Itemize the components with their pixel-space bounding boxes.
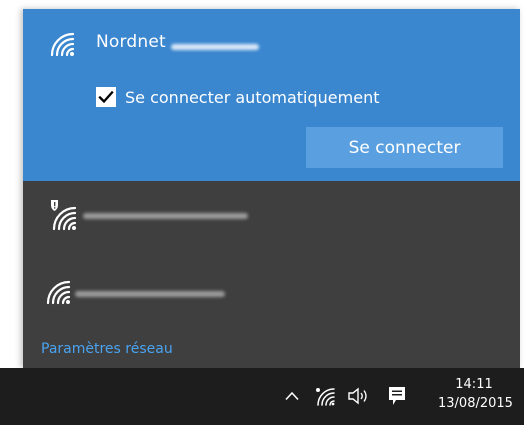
network-item[interactable]: [23, 265, 520, 331]
screen: Nordnet Se connecter automatiquement Se …: [0, 0, 524, 425]
redacted-network-name: [75, 291, 225, 297]
auto-connect-checkbox[interactable]: Se connecter automatiquement: [96, 85, 379, 109]
wifi-signal-icon: [46, 280, 71, 305]
network-flyout: Nordnet Se connecter automatiquement Se …: [23, 9, 520, 368]
connect-button[interactable]: Se connecter: [306, 127, 503, 168]
wifi-tray-icon: [316, 388, 335, 406]
clock-date: 13/08/2015: [438, 396, 513, 411]
action-center-button[interactable]: [385, 382, 409, 410]
network-tray-button[interactable]: [313, 384, 339, 408]
taskbar: 14:11 13/08/2015: [0, 368, 524, 425]
checkbox-box[interactable]: [96, 87, 116, 107]
volume-tray-button[interactable]: [345, 384, 371, 408]
checkmark-icon: [98, 90, 114, 104]
redacted-network-name: [83, 213, 248, 219]
action-center-icon: [389, 387, 405, 405]
clock-time: 14:11: [455, 377, 493, 392]
network-settings-link[interactable]: Paramètres réseau: [41, 341, 173, 357]
auto-connect-label: Se connecter automatiquement: [125, 87, 380, 107]
show-hidden-icons-button[interactable]: [283, 386, 301, 406]
wifi-secured-warning-icon: [51, 200, 77, 231]
redacted-network-name: [171, 44, 259, 50]
network-item-selected[interactable]: Nordnet Se connecter automatiquement Se …: [23, 9, 520, 181]
network-item[interactable]: [23, 181, 520, 247]
volume-icon: [348, 387, 367, 405]
network-name: Nordnet: [96, 32, 166, 52]
taskbar-clock[interactable]: 14:11 13/08/2015: [438, 375, 513, 413]
chevron-up-icon: [285, 391, 299, 401]
wifi-signal-icon: [50, 32, 75, 57]
